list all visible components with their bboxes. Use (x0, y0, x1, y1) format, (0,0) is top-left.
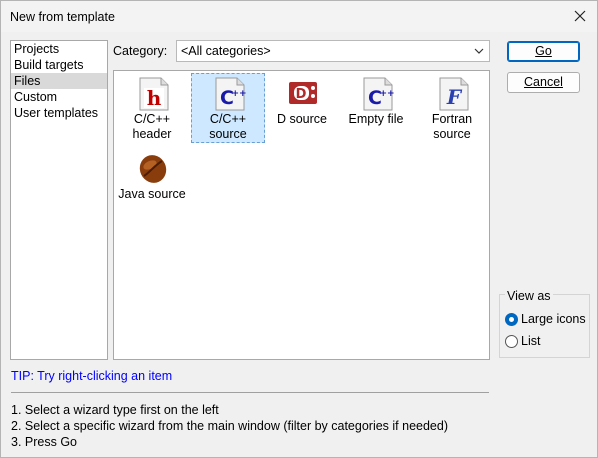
cpp-source-file-icon: C ++ (215, 77, 246, 111)
view-as-legend: View as (505, 289, 553, 303)
cancel-button[interactable]: Cancel (507, 72, 580, 93)
view-as-group (499, 294, 590, 358)
template-label: D source (276, 112, 328, 126)
go-button[interactable]: Go (507, 41, 580, 62)
view-option-label: Large icons (521, 312, 586, 326)
new-from-template-dialog: New from template Projects Build targets… (0, 0, 598, 458)
radio-selected-icon (505, 313, 518, 326)
svg-text:D: D (296, 87, 307, 102)
d-source-file-icon: D (289, 82, 317, 104)
view-option-label: List (521, 334, 541, 348)
template-item-fortran-source[interactable]: F Fortran source (415, 73, 489, 143)
category-item-projects[interactable]: Projects (11, 41, 107, 57)
svg-text:F: F (446, 85, 463, 109)
go-button-label: Go (535, 44, 552, 58)
category-item-custom[interactable]: Custom (11, 89, 107, 105)
template-item-cpp-source[interactable]: C ++ C/C++ source (191, 73, 265, 143)
template-label: C/C++ source (209, 112, 247, 141)
empty-file-icon: C ++ (363, 77, 394, 111)
template-item-c-header[interactable]: h C/C++ header (115, 73, 189, 143)
template-item-java-source[interactable]: Java source (115, 148, 189, 218)
chevron-down-icon (474, 48, 484, 54)
fortran-source-file-icon: F (439, 77, 469, 111)
radio-unselected-icon (505, 335, 518, 348)
category-item-user-templates[interactable]: User templates (11, 105, 107, 121)
instruction-step-3: 3. Press Go (11, 435, 77, 449)
template-icon-view[interactable]: h C/C++ header C ++ C/C++ source D D sou… (113, 70, 490, 360)
close-button[interactable] (569, 5, 591, 27)
svg-text:++: ++ (231, 89, 246, 99)
template-label: Fortran source (431, 112, 473, 141)
tip-text: TIP: Try right-clicking an item (11, 369, 173, 383)
svg-text:h: h (147, 86, 162, 110)
svg-text:++: ++ (379, 89, 394, 99)
cancel-button-label: Cancel (524, 75, 563, 89)
category-dropdown[interactable]: <All categories> (176, 40, 490, 62)
category-dropdown-value: <All categories> (181, 44, 271, 58)
close-icon (574, 10, 586, 22)
template-item-d-source[interactable]: D D source (265, 73, 339, 143)
java-coffee-bean-icon (139, 155, 167, 183)
template-label: Empty file (348, 112, 404, 126)
c-header-file-icon: h (139, 77, 169, 111)
category-item-build-targets[interactable]: Build targets (11, 57, 107, 73)
template-label: Java source (118, 187, 186, 201)
instruction-step-2: 2. Select a specific wizard from the mai… (11, 419, 448, 433)
instruction-step-1: 1. Select a wizard type first on the lef… (11, 403, 219, 417)
category-label: Category: (113, 44, 168, 58)
category-item-files[interactable]: Files (11, 73, 107, 89)
template-item-empty-file[interactable]: C ++ Empty file (339, 73, 413, 143)
window-title: New from template (10, 10, 115, 24)
divider (11, 392, 489, 393)
template-label: C/C++ header (132, 112, 172, 141)
title-bar: New from template (1, 1, 597, 32)
template-category-list[interactable]: Projects Build targets Files Custom User… (10, 40, 108, 360)
